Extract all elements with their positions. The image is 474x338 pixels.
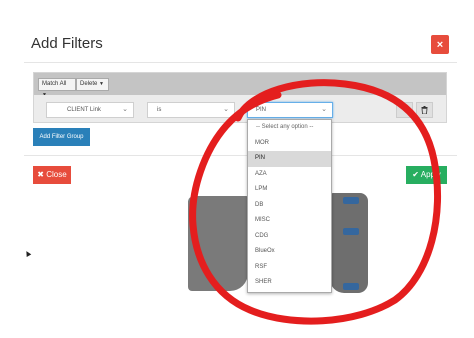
match-all-dropdown[interactable]: Match All ▼: [38, 78, 76, 98]
background-pill: [343, 283, 359, 290]
dropdown-option[interactable]: BlueOx: [248, 244, 331, 260]
dropdown-option[interactable]: AZA: [248, 167, 331, 183]
background-fragment: [330, 193, 368, 293]
close-x-icon: ✖: [37, 170, 44, 179]
close-button[interactable]: ✖ Close: [33, 166, 71, 184]
filter-group: Match All ▼ Delete ▼ CLIENT Link ⌄ is ⌄ …: [33, 72, 447, 123]
screen: { "modal": { "title": "Add Filters", "cl…: [0, 0, 474, 338]
chevron-down-icon: ⌄: [321, 106, 327, 113]
dropdown-option[interactable]: CDG: [248, 229, 331, 245]
apply-button-label: Apply: [420, 170, 441, 179]
add-condition-button[interactable]: +: [396, 102, 413, 118]
dropdown-option[interactable]: -- Select any option --: [248, 120, 331, 136]
modal-title: Add Filters: [31, 35, 103, 52]
value-select[interactable]: PIN ⌄: [247, 102, 333, 118]
caret-down-icon: ▼: [99, 81, 104, 87]
operator-select[interactable]: is ⌄: [147, 102, 235, 118]
chevron-down-icon: ⌄: [122, 106, 128, 113]
field-select[interactable]: CLIENT Link ⌄: [46, 102, 134, 118]
value-dropdown-list: -- Select any option -- MOR PIN AZA LPM …: [247, 119, 332, 293]
chevron-down-icon: ⌄: [223, 106, 229, 113]
add-filter-group-button[interactable]: Add Filter Group: [33, 128, 90, 146]
dropdown-option[interactable]: DB: [248, 198, 331, 214]
background-pill: [343, 197, 359, 204]
background-fragment: [188, 196, 248, 291]
value-select-value: PIN: [256, 107, 267, 113]
background-pill: [343, 228, 359, 235]
close-icon[interactable]: ×: [431, 35, 449, 54]
dropdown-option[interactable]: SHER: [248, 275, 331, 291]
condition-row: CLIENT Link ⌄ is ⌄ PIN ⌄ +: [34, 95, 446, 122]
plus-icon: +: [402, 105, 407, 114]
match-all-label: Match All: [42, 81, 67, 87]
close-button-label: Close: [46, 170, 67, 179]
operator-select-value: is: [157, 107, 162, 113]
dropdown-option[interactable]: MOR: [248, 136, 331, 152]
dropdown-option[interactable]: MISC: [248, 213, 331, 229]
dropdown-option[interactable]: LPM: [248, 182, 331, 198]
divider: [24, 62, 457, 63]
dropdown-option[interactable]: RSF: [248, 260, 331, 276]
check-icon: ✔: [412, 170, 419, 179]
remove-condition-button[interactable]: [416, 102, 433, 118]
apply-button[interactable]: ✔ Apply: [406, 166, 447, 184]
filter-group-header: Match All ▼ Delete ▼: [34, 73, 446, 98]
dropdown-option-selected[interactable]: PIN: [248, 151, 331, 167]
delete-dropdown[interactable]: Delete ▼: [76, 78, 109, 91]
delete-label: Delete: [80, 81, 98, 87]
divider: [24, 155, 457, 156]
trash-icon: [421, 106, 428, 115]
cursor-icon: ▲: [21, 246, 34, 260]
field-select-value: CLIENT Link: [67, 107, 101, 113]
